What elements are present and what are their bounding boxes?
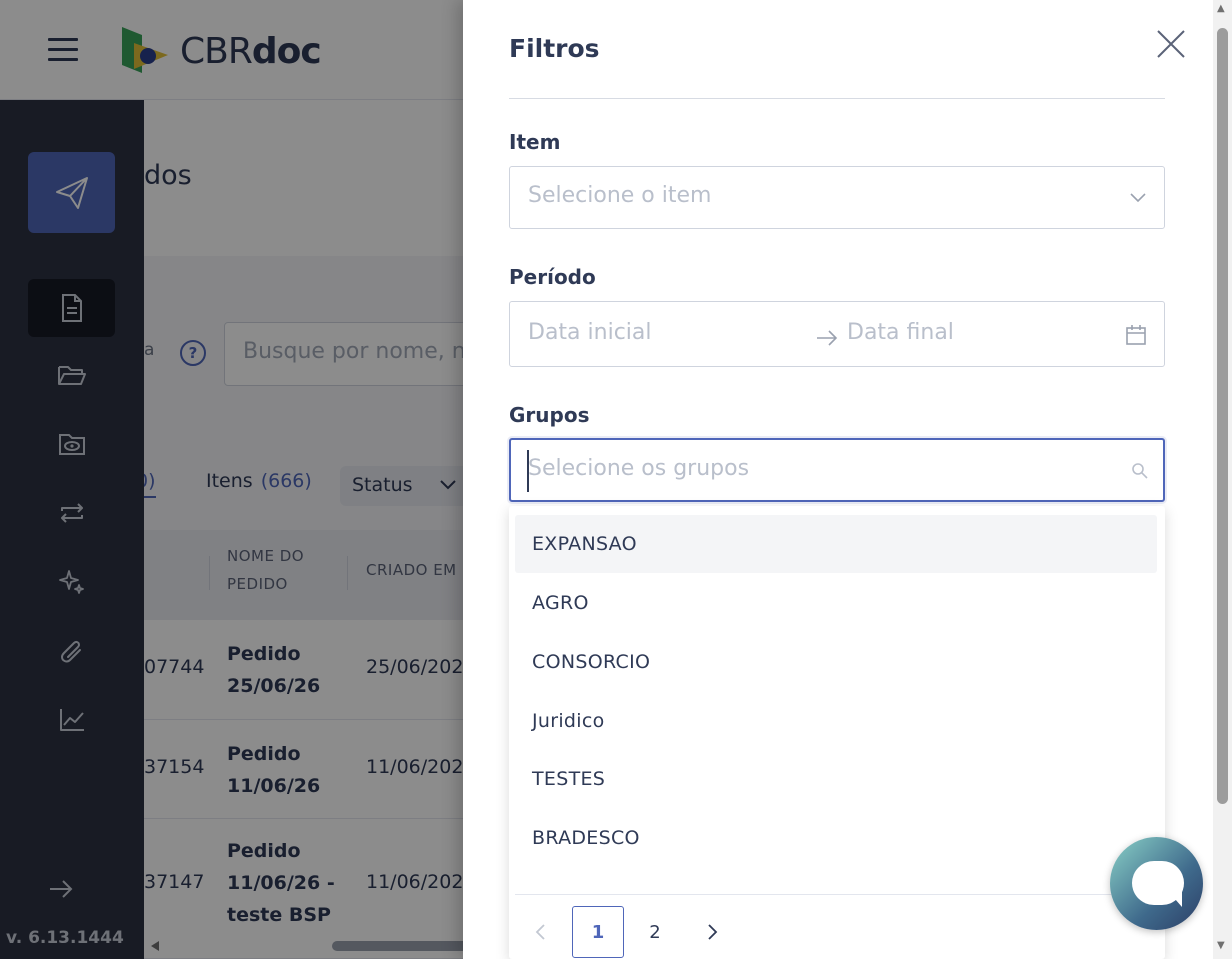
- pagination-page-2[interactable]: 2: [629, 906, 681, 958]
- group-option[interactable]: BRADESCO: [515, 809, 1157, 867]
- pagination-page-1[interactable]: 1: [572, 906, 624, 958]
- pagination: 1 2: [509, 906, 1165, 958]
- vertical-scroll-thumb[interactable]: [1217, 28, 1228, 804]
- item-select[interactable]: Selecione o item: [509, 166, 1165, 229]
- period-range-picker[interactable]: Data inicial Data final: [509, 301, 1165, 367]
- item-select-placeholder: Selecione o item: [528, 183, 712, 208]
- chevron-right-icon: [708, 924, 718, 940]
- calendar-icon: [1126, 325, 1146, 345]
- group-option[interactable]: TESTES: [515, 750, 1157, 808]
- group-option[interactable]: AGRO: [515, 574, 1157, 632]
- chevron-down-icon: [1130, 193, 1146, 203]
- pagination-prev-button[interactable]: [514, 906, 566, 958]
- drawer-title: Filtros: [509, 34, 600, 63]
- start-date-input[interactable]: Data inicial: [528, 320, 652, 345]
- filters-drawer: Filtros Item Selecione o item Período Da…: [463, 0, 1213, 959]
- group-option[interactable]: Juridico: [515, 692, 1157, 750]
- modal-overlay[interactable]: [0, 0, 463, 959]
- group-option[interactable]: CONSORCIO: [515, 633, 1157, 691]
- arrow-right-icon: [817, 330, 838, 346]
- close-icon: [1157, 30, 1185, 58]
- item-label: Item: [509, 130, 561, 154]
- divider: [515, 894, 1159, 895]
- search-icon: [1132, 463, 1148, 479]
- chat-bubble-tail: [1168, 891, 1182, 907]
- divider: [509, 98, 1165, 99]
- group-option[interactable]: EXPANSAO: [515, 515, 1157, 573]
- close-button[interactable]: [1153, 26, 1189, 62]
- groups-select-placeholder: Selecione os grupos: [528, 456, 750, 481]
- groups-label: Grupos: [509, 403, 590, 427]
- groups-dropdown: EXPANSAO AGRO CONSORCIO Juridico TESTES …: [509, 506, 1165, 959]
- vertical-scrollbar[interactable]: ▲ ▼: [1213, 0, 1232, 959]
- scroll-up-icon[interactable]: ▲: [1217, 3, 1225, 14]
- scroll-down-icon[interactable]: ▼: [1217, 940, 1225, 951]
- chevron-left-icon: [535, 924, 545, 940]
- chat-button[interactable]: [1110, 837, 1203, 930]
- pagination-next-button[interactable]: [687, 906, 739, 958]
- groups-select[interactable]: Selecione os grupos: [509, 438, 1165, 502]
- period-label: Período: [509, 265, 596, 289]
- end-date-input[interactable]: Data final: [847, 320, 954, 345]
